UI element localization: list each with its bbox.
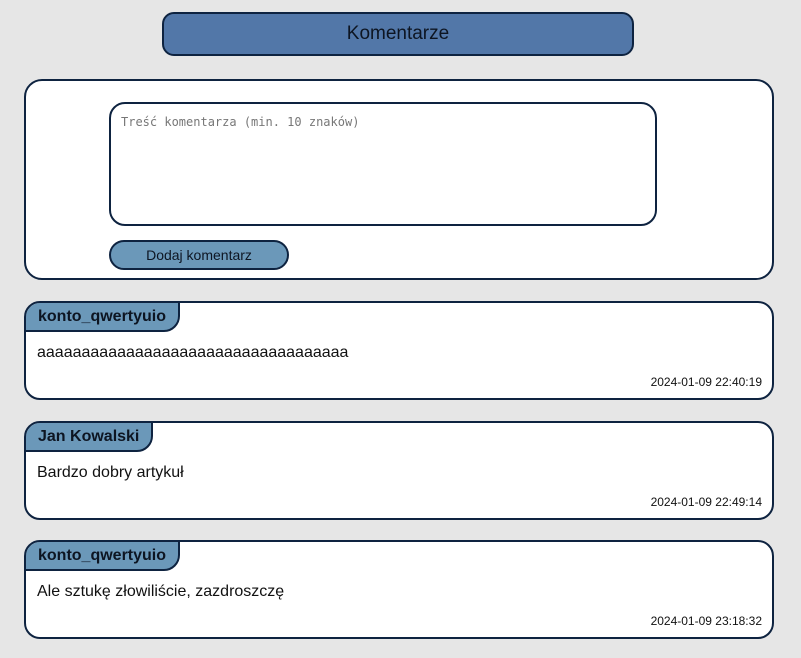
comment-card: konto_qwertyuio Ale sztukę złowiliście, …	[24, 540, 774, 639]
comment-textarea[interactable]	[109, 102, 657, 226]
comment-text: Ale sztukę złowiliście, zazdroszczę	[37, 583, 285, 600]
comment-date: 2024-01-09 22:40:19	[650, 375, 762, 389]
comment-form: Dodaj komentarz	[24, 79, 774, 280]
page-title-text: Komentarze	[346, 23, 450, 44]
add-comment-button[interactable]: Dodaj komentarz	[109, 240, 289, 270]
comment-author: Jan Kowalski	[26, 423, 154, 452]
comment-card: Jan Kowalski Bardzo dobry artykuł 2024-0…	[24, 421, 774, 520]
page-title: Komentarze	[162, 12, 634, 56]
comment-text: Bardzo dobry artykuł	[37, 464, 184, 481]
comment-card: konto_qwertyuio aaaaaaaaaaaaaaaaaaaaaaaa…	[24, 301, 774, 400]
comment-author: konto_qwertyuio	[26, 303, 181, 332]
comment-date: 2024-01-09 22:49:14	[650, 495, 762, 509]
comment-author: konto_qwertyuio	[26, 542, 181, 571]
comment-text: aaaaaaaaaaaaaaaaaaaaaaaaaaaaaaaaaaa	[37, 344, 349, 361]
comment-date: 2024-01-09 23:18:32	[650, 614, 762, 628]
